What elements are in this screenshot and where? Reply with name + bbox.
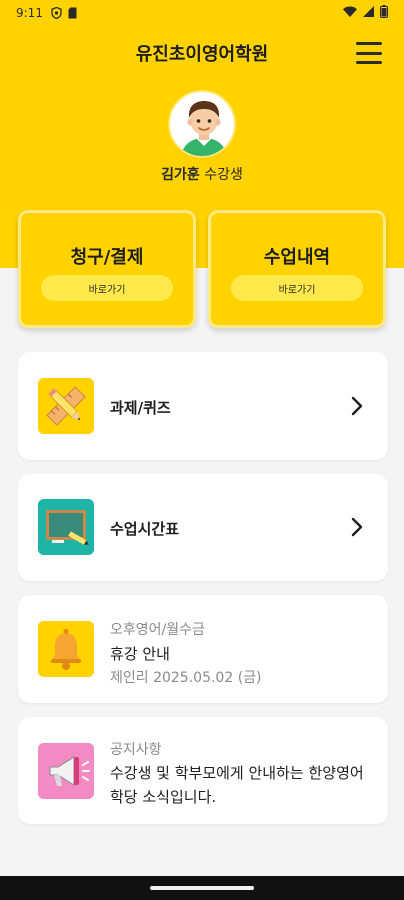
- student-name: 김가훈 수강생: [0, 164, 404, 184]
- class-timetable-item[interactable]: 수업시간표: [18, 474, 388, 581]
- bell-icon: [38, 621, 94, 677]
- signal-icon: [363, 6, 374, 20]
- status-time: 9:11: [16, 6, 43, 20]
- billing-payment-card[interactable]: 청구/결제 바로가기: [18, 210, 196, 328]
- megaphone-icon: [38, 743, 94, 799]
- homework-quiz-item[interactable]: 과제/퀴즈: [18, 352, 388, 460]
- app-header: 유진초이영어학원: [0, 34, 404, 74]
- system-navigation-bar: [0, 876, 404, 900]
- shield-icon: [51, 7, 62, 19]
- class-cancellation-notice[interactable]: 오후영어/월수금 휴강 안내 제인리 2025.05.02 (금): [18, 595, 388, 703]
- billing-payment-go-button[interactable]: 바로가기: [41, 275, 173, 301]
- hamburger-menu-icon[interactable]: [356, 42, 382, 64]
- class-history-card[interactable]: 수업내역 바로가기: [208, 210, 386, 328]
- homework-quiz-label: 과제/퀴즈: [110, 399, 171, 417]
- sim-card-icon: [68, 7, 77, 19]
- chevron-right-icon: [350, 396, 364, 416]
- home-indicator[interactable]: [150, 886, 254, 890]
- pencil-ruler-icon: [38, 378, 94, 434]
- notice-title: 휴강 안내: [110, 645, 170, 663]
- avatar: [168, 90, 236, 158]
- page-title: 유진초이영어학원: [135, 44, 269, 65]
- notice-category: 오후영어/월수금: [110, 622, 205, 638]
- status-bar: 9:11: [0, 0, 404, 26]
- student-role: 수강생: [204, 167, 243, 183]
- chalkboard-icon: [38, 499, 94, 555]
- student-name-value: 김가훈: [161, 167, 200, 183]
- class-history-label: 수업내역: [263, 247, 331, 268]
- announcement-item[interactable]: 공지사항 수강생 및 학부모에게 안내하는 한양영어학당 소식입니다.: [18, 717, 388, 824]
- announcement-category: 공지사항: [110, 742, 162, 758]
- class-timetable-label: 수업시간표: [110, 520, 180, 538]
- battery-icon: [380, 5, 388, 21]
- notice-meta: 제인리 2025.05.02 (금): [110, 670, 262, 686]
- class-history-go-button[interactable]: 바로가기: [231, 275, 363, 301]
- wifi-icon: [343, 6, 357, 20]
- announcement-message: 수강생 및 학부모에게 안내하는 한양영어학당 소식입니다.: [110, 764, 364, 806]
- billing-payment-label: 청구/결제: [70, 247, 144, 268]
- chevron-right-icon: [350, 517, 364, 537]
